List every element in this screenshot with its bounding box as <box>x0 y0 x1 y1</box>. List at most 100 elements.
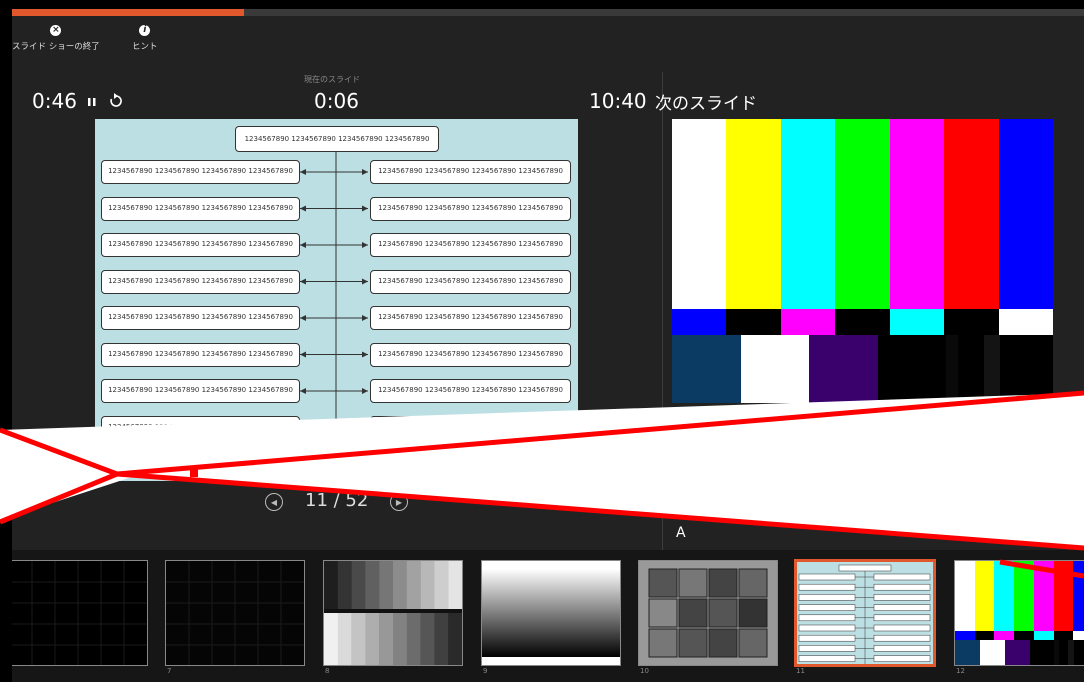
slide-thumbnail[interactable] <box>794 559 936 667</box>
slide-thumbnail[interactable] <box>954 560 1084 666</box>
color-bar-bottom <box>672 334 742 403</box>
color-bar-mid <box>672 309 727 335</box>
color-bar-mid <box>994 630 1015 641</box>
thumbnail-number: 10 <box>640 667 649 675</box>
next-slide-heading: 次のスライド <box>655 94 757 114</box>
slide-thumbnail[interactable] <box>12 560 148 666</box>
current-slide-preview[interactable]: 1234567890 1234567890 1234567890 1234567… <box>95 119 578 481</box>
right-box: 1234567890 1234567890 1234567890 1234567… <box>370 196 571 221</box>
left-box: 1234567890 1234567890 1234567890 1234567… <box>101 342 300 367</box>
color-bar-mid <box>1053 630 1074 641</box>
color-bar-mid <box>1033 630 1055 641</box>
current-slide-time-label: 現在のスライド <box>304 75 360 84</box>
info-icon: i <box>139 25 151 36</box>
right-box: 1234567890 1234567890 1234567890 1234567… <box>370 233 571 257</box>
slide-thumbnail[interactable] <box>323 560 463 666</box>
color-bar-bottom <box>946 334 959 403</box>
color-bar <box>998 119 1053 310</box>
color-bar-mid <box>726 309 782 335</box>
color-bar <box>974 561 995 631</box>
color-bar-mid <box>780 309 836 335</box>
thumbnail-number: 12 <box>956 667 965 675</box>
color-bar-mid <box>1073 630 1084 641</box>
left-box: 1234567890 1234567890 1234567890 1234567… <box>101 452 300 476</box>
color-bar-mid <box>998 309 1053 335</box>
color-bar-bottom <box>984 334 1001 403</box>
color-bar-bottom <box>1073 640 1084 665</box>
left-box: 1234567890 1234567890 1234567890 1234567… <box>101 415 300 440</box>
end-slideshow-label: スライド ショーの終了 <box>12 42 100 52</box>
color-bar <box>780 119 836 310</box>
left-box: 1234567890 1234567890 1234567890 1234567… <box>101 379 300 403</box>
color-bar-bottom <box>1004 640 1030 665</box>
chevron-left-icon: ◀ <box>270 498 278 507</box>
color-bar-mid <box>974 630 995 641</box>
presenter-view: × スライド ショーの終了 i ヒント 0:46 現在のスライド 0:06 10… <box>12 9 1084 682</box>
color-bar-mid <box>1014 630 1035 641</box>
color-bar-mid <box>955 630 976 641</box>
right-box: 1234567890 1234567890 1234567890 1234567… <box>370 269 571 294</box>
color-bar <box>835 119 891 310</box>
color-bar-bottom <box>999 334 1053 403</box>
left-box: 1234567890 1234567890 1234567890 1234567… <box>101 269 300 294</box>
color-bar-bottom <box>877 334 947 403</box>
color-bar-bottom <box>740 334 810 403</box>
slideshow-progress-fill <box>12 9 244 16</box>
right-box: 1234567890 1234567890 1234567890 1234567… <box>370 160 571 184</box>
color-bar <box>672 119 727 310</box>
pause-icon[interactable] <box>86 93 98 107</box>
color-bar <box>889 119 945 310</box>
slideshow-progress-bar <box>12 9 1084 16</box>
color-bar-bottom <box>1029 640 1055 665</box>
right-box: 1234567890 1234567890 1234567890 1234567… <box>370 342 571 367</box>
thumbnail-number: 9 <box>483 667 488 675</box>
notes-area[interactable]: ノートを入力 <box>676 419 766 440</box>
right-box: 1234567890 1234567890 1234567890 1234567… <box>370 415 571 440</box>
color-bar-mid <box>944 309 1000 335</box>
page-indicator: 11 / 52 <box>305 490 369 511</box>
color-bar <box>955 561 976 631</box>
notes-font-icon[interactable]: A <box>676 525 686 541</box>
hint-label: ヒント <box>132 42 158 52</box>
color-bar <box>994 561 1015 631</box>
slide-thumbnail[interactable] <box>638 560 778 666</box>
color-bar-mid <box>835 309 891 335</box>
color-bar <box>1014 561 1035 631</box>
left-box: 1234567890 1234567890 1234567890 1234567… <box>101 306 300 330</box>
right-box: 1234567890 1234567890 1234567890 1234567… <box>370 306 571 330</box>
reset-icon[interactable] <box>109 92 123 108</box>
color-bar-bottom <box>957 334 985 403</box>
color-bar <box>1053 561 1074 631</box>
clock-display: 10:40 <box>589 89 647 113</box>
color-bar <box>1073 561 1084 631</box>
previous-slide-button[interactable]: ◀ <box>265 493 283 511</box>
left-box: 1234567890 1234567890 1234567890 1234567… <box>101 233 300 257</box>
color-bar <box>1033 561 1055 631</box>
end-slideshow-button[interactable]: × スライド ショーの終了 <box>12 25 100 52</box>
thumbnail-number: 8 <box>325 667 330 675</box>
slide-thumbnail-strip: 7 8 9 10 11 12 <box>12 550 1084 682</box>
left-box: 1234567890 1234567890 1234567890 1234567… <box>101 196 300 221</box>
elapsed-timer: 0:46 <box>32 89 77 113</box>
color-bar-mid <box>889 309 945 335</box>
color-bar-bottom <box>955 640 981 665</box>
thumbnail-number: 11 <box>796 667 805 675</box>
current-slide-timer: 0:06 <box>314 89 359 113</box>
panel-divider <box>662 72 663 550</box>
slide-thumbnail[interactable] <box>481 560 621 666</box>
color-bar-bottom <box>809 334 879 403</box>
color-bar <box>726 119 782 310</box>
next-slide-button[interactable]: ▶ <box>390 493 408 511</box>
hint-button[interactable]: i ヒント <box>132 25 158 52</box>
close-circle-icon: × <box>50 25 62 36</box>
color-bar <box>944 119 1000 310</box>
left-box: 1234567890 1234567890 1234567890 1234567… <box>101 160 300 184</box>
color-bar-bottom <box>1058 640 1069 665</box>
next-slide-preview[interactable] <box>672 119 1053 403</box>
top-box: 1234567890 1234567890 1234567890 1234567… <box>235 126 439 152</box>
color-bar-bottom <box>979 640 1006 665</box>
thumbnail-number: 7 <box>167 667 172 675</box>
right-box: 1234567890 1234567890 1234567890 1234567… <box>370 379 571 403</box>
right-box: 1234567890 1234567890 1234567890 1234567… <box>370 452 571 476</box>
slide-thumbnail[interactable] <box>165 560 305 666</box>
